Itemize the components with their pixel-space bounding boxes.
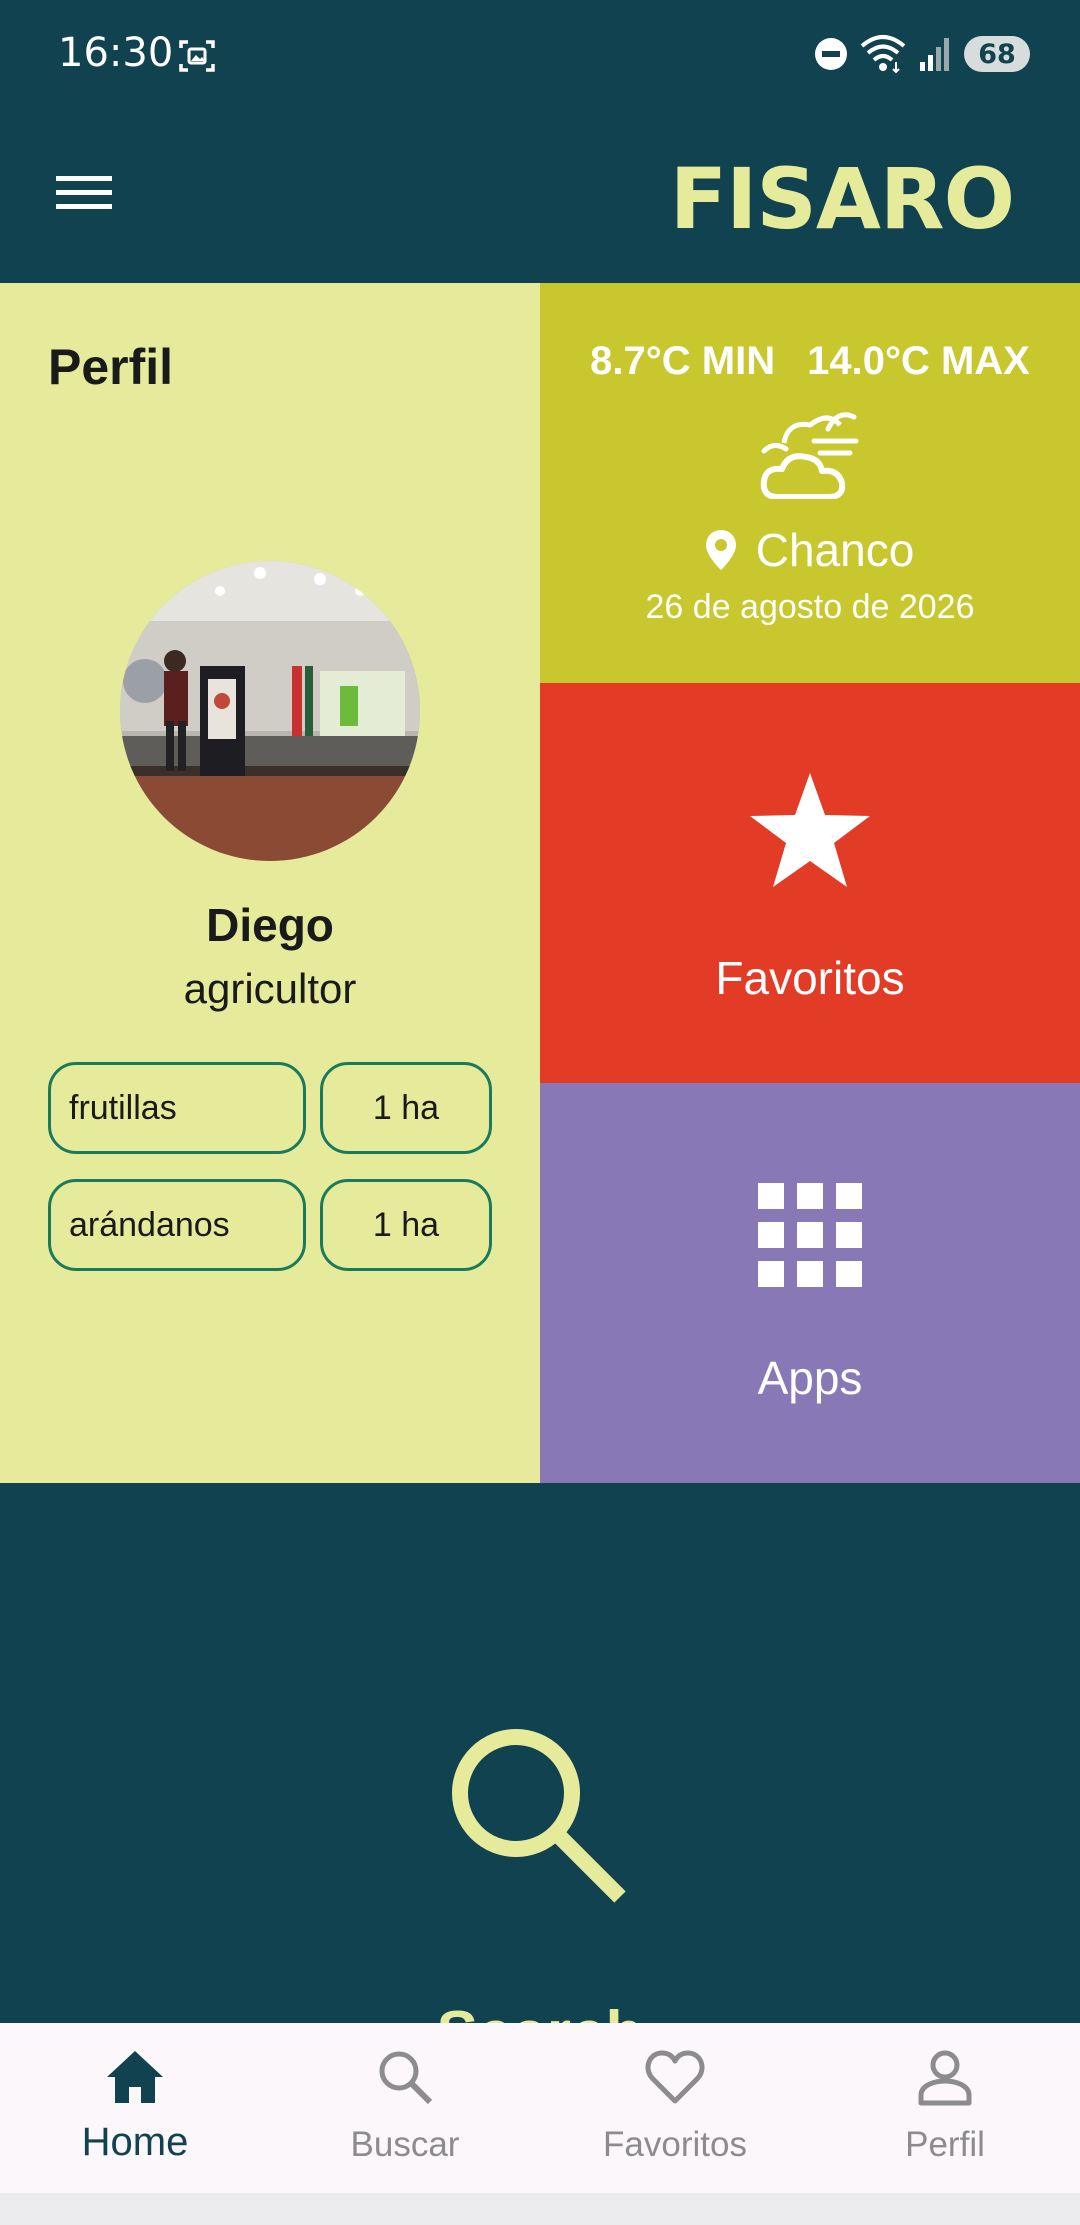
heart-icon — [645, 2050, 705, 2104]
nav-profile[interactable]: Perfil — [810, 2023, 1080, 2193]
search-label: Search — [0, 1998, 1080, 2023]
profile-card[interactable]: Perfil Diego agricultor frutillas 1 ha a… — [0, 283, 540, 1483]
profile-title: Perfil — [48, 339, 174, 395]
nav-favorites-label: Favoritos — [603, 2125, 747, 2164]
apps-label: Apps — [757, 1352, 863, 1404]
grid-icon — [758, 1183, 862, 1287]
crop-chip[interactable]: arándanos — [48, 1179, 306, 1271]
profile-name: Diego — [206, 899, 334, 951]
battery-indicator: 68 — [964, 36, 1030, 72]
crop-chip[interactable]: frutillas — [48, 1062, 306, 1154]
nav-home-label: Home — [81, 2120, 189, 2164]
avatar — [120, 561, 420, 861]
favorites-label: Favoritos — [715, 952, 905, 1004]
bottom-navigation: Home Buscar Favoritos Perfil — [0, 2023, 1080, 2193]
wifi-icon — [860, 35, 906, 74]
do-not-disturb-icon — [815, 38, 847, 70]
search-icon — [379, 2051, 433, 2105]
apps-tile[interactable]: Apps — [540, 1083, 1080, 1483]
nav-profile-label: Perfil — [905, 2125, 985, 2164]
signal-icon — [920, 38, 949, 71]
area-chip[interactable]: 1 ha — [320, 1179, 492, 1271]
nav-favorites[interactable]: Favoritos — [540, 2023, 810, 2193]
system-gesture-bar — [0, 2193, 1080, 2225]
person-icon — [918, 2050, 972, 2106]
app-bar: FISARO — [0, 110, 1080, 283]
status-bar: 16:30 68 — [0, 0, 1080, 110]
star-icon — [750, 773, 870, 887]
location: Chanco — [540, 523, 1080, 577]
search-tile[interactable]: Search — [0, 1483, 1080, 2023]
home-icon — [107, 2051, 163, 2103]
area-chip[interactable]: 1 ha — [320, 1062, 492, 1154]
location-name: Chanco — [755, 524, 915, 576]
temp-min: 8.7°C MIN — [590, 339, 776, 383]
temperature-range: 8.7°C MIN 14.0°C MAX — [540, 339, 1080, 384]
nav-search-label: Buscar — [350, 2125, 460, 2164]
screenshot-icon — [179, 40, 215, 72]
location-pin-icon — [705, 530, 736, 570]
nav-home[interactable]: Home — [0, 2023, 270, 2193]
search-icon — [452, 1729, 626, 1903]
weather-card[interactable]: 8.7°C MIN 14.0°C MAX Chanco 26 de agosto … — [540, 283, 1080, 683]
profile-role: agricultor — [183, 965, 357, 1012]
weather-date: 26 de agosto de 2026 — [645, 588, 975, 626]
nav-search[interactable]: Buscar — [270, 2023, 540, 2193]
favorites-tile[interactable]: Favoritos — [540, 683, 1080, 1083]
brand-logo: FISARO — [669, 150, 1015, 248]
temp-max: 14.0°C MAX — [807, 339, 1030, 383]
status-time: 16:30 — [58, 30, 174, 76]
status-icons: 68 — [814, 32, 1030, 76]
hamburger-menu-icon[interactable] — [50, 162, 118, 222]
cloudy-wind-icon — [760, 412, 859, 499]
